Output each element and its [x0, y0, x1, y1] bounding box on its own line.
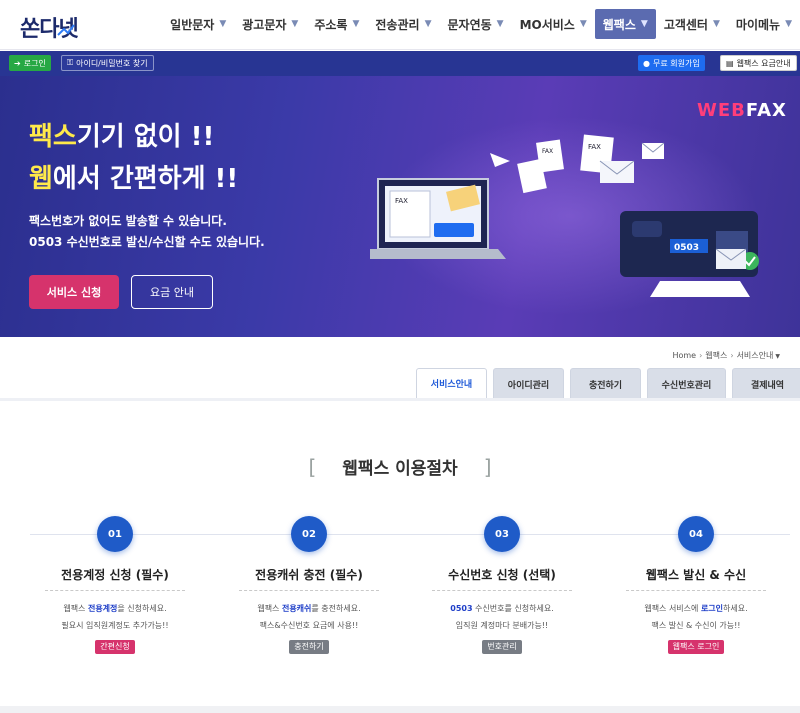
- step-title: 전용캐쉬 충전 (필수): [255, 568, 363, 582]
- chevron-down-icon: ▼: [775, 353, 780, 360]
- nav-general-sms[interactable]: 일반문자 ▼: [162, 9, 234, 39]
- procedure-step: 01 전용계정 신청 (필수) 웹팩스 전용계정을 신청하세요. 필요시 임직원계…: [29, 516, 201, 654]
- logo-mark-icon: [57, 24, 75, 36]
- number-management-button[interactable]: 번호관리: [482, 640, 522, 654]
- chevron-down-icon: ▼: [785, 19, 792, 29]
- fax-machine-icon: 0503: [620, 211, 759, 297]
- chevron-down-icon: ▼: [352, 19, 360, 29]
- hero-banner: 팩스기기 없이 !! 웹에서 간편하게 !! 팩스번호가 없어도 발송할 수 있…: [0, 76, 800, 337]
- step-description: 웹팩스 전용계정을 신청하세요. 필요시 임직원계정도 추가가능!!: [61, 604, 169, 630]
- nav-my-menu[interactable]: 마이메뉴 ▼: [728, 9, 800, 39]
- key-icon: ⚿: [67, 58, 74, 67]
- step-number-badge: 04: [678, 516, 714, 552]
- step-divider: [45, 590, 185, 591]
- footer-strip: [0, 706, 800, 713]
- step-description: 0503 수신번호를 신청하세요. 임직원 계정마다 분배가능!!: [450, 604, 554, 630]
- fax-number-label: 0503: [674, 243, 699, 253]
- step-title: 수신번호 신청 (선택): [448, 568, 556, 582]
- step-description: 웹팩스 서비스에 로그인하세요. 팩스 발신 & 수신이 가능!!: [644, 604, 748, 630]
- signup-button[interactable]: ● 무료 회원가입: [638, 55, 705, 71]
- page-tabs: 서비스안내 아이디관리 충전하기 수신번호관리 결제내역: [416, 368, 800, 399]
- chevron-down-icon: ▼: [579, 19, 587, 29]
- fee-info-button[interactable]: ▤ 웹팩스 요금안내: [720, 55, 797, 71]
- chevron-down-icon: ▼: [496, 19, 504, 29]
- bracket-right-icon: ]: [483, 455, 492, 479]
- hero-description-2: 0503 수신번호로 발신/수신할 수도 있습니다.: [29, 235, 265, 249]
- top-navigation: 쏜다넷 일반문자 ▼ 광고문자 ▼ 주소록 ▼ 전송관리 ▼ 문자연동 ▼ MO서비스 ▼ …: [0, 0, 800, 50]
- procedure-step: 04 웹팩스 발신 & 수신 웹팩스 서비스에 로그인하세요. 팩스 발신 & 수…: [610, 516, 782, 654]
- tab-id-management[interactable]: 아이디관리: [493, 368, 564, 399]
- chevron-down-icon: ▼: [219, 19, 227, 29]
- breadcrumb-current[interactable]: 서비스안내: [737, 351, 774, 360]
- breadcrumb: Home › 웹팩스 › 서비스안내 ▼: [672, 350, 780, 361]
- nav-ad-sms[interactable]: 광고문자 ▼: [234, 9, 306, 39]
- paper-fax-label-2: FAX: [542, 148, 553, 155]
- service-apply-button[interactable]: 서비스 신청: [29, 275, 119, 309]
- procedure-title: [웹팩스 이용절차]: [308, 455, 492, 479]
- chevron-down-icon: ▼: [291, 19, 299, 29]
- charge-button[interactable]: 충전하기: [289, 640, 329, 654]
- chevron-down-icon: ▼: [424, 19, 432, 29]
- laptop-fax-label: FAX: [395, 197, 408, 205]
- procedure-step: 02 전용캐쉬 충전 (필수) 웹팩스 전용캐쉬를 충전하세요. 팩스&수신번호 …: [223, 516, 395, 654]
- breadcrumb-separator: ›: [699, 351, 703, 360]
- quick-apply-button[interactable]: 간편신청: [95, 640, 135, 654]
- hero-headline-2: 웹에서 간편하게 !!: [29, 164, 239, 194]
- nav-address-book[interactable]: 주소록 ▼: [306, 9, 367, 39]
- breadcrumb-home[interactable]: Home: [672, 351, 696, 360]
- step-title: 웹팩스 발신 & 수신: [645, 568, 747, 582]
- site-logo[interactable]: 쏜다넷: [16, 9, 86, 42]
- nav-mo-service[interactable]: MO서비스 ▼: [512, 9, 595, 39]
- flying-documents-icon: FAX FAX: [446, 134, 665, 212]
- step-number-badge: 03: [484, 516, 520, 552]
- webfax-brand-logo: WEBFAX: [697, 100, 787, 121]
- tab-divider: [0, 398, 800, 401]
- step-title: 전용계정 신청 (필수): [61, 568, 169, 582]
- find-account-button[interactable]: ⚿ 아이디/비밀번호 찾기: [61, 55, 154, 71]
- breadcrumb-separator: ›: [730, 351, 734, 360]
- nav-sms-integration[interactable]: 문자연동 ▼: [439, 9, 511, 39]
- procedure-step: 03 수신번호 신청 (선택) 0503 수신번호를 신청하세요. 임직원 계정마…: [416, 516, 588, 654]
- fax-illustration: FAX FAX FAX 0503: [370, 134, 759, 297]
- step-divider: [432, 590, 572, 591]
- user-add-icon: ●: [643, 58, 650, 68]
- bracket-left-icon: [: [308, 455, 317, 479]
- breadcrumb-section[interactable]: 웹팩스: [705, 351, 727, 360]
- card-icon: ▤: [726, 58, 734, 68]
- chevron-down-icon: ▼: [712, 19, 720, 29]
- hero-description-1: 팩스번호가 없어도 발송할 수 있습니다.: [29, 214, 227, 228]
- login-button[interactable]: ➔ 로그인: [9, 55, 51, 71]
- nav-send-management[interactable]: 전송관리 ▼: [367, 9, 439, 39]
- tab-service-info[interactable]: 서비스안내: [416, 368, 487, 399]
- main-nav: 일반문자 ▼ 광고문자 ▼ 주소록 ▼ 전송관리 ▼ 문자연동 ▼ MO서비스 ▼ 웹팩스 ▼…: [162, 9, 800, 39]
- chevron-down-icon: ▼: [640, 19, 648, 29]
- tab-number-management[interactable]: 수신번호관리: [647, 368, 726, 399]
- tab-charge[interactable]: 충전하기: [570, 368, 641, 399]
- utility-bar: ➔ 로그인 ⚿ 아이디/비밀번호 찾기 ● 무료 회원가입 ▤ 웹팩스 요금안내: [0, 51, 800, 76]
- nav-customer-center[interactable]: 고객센터 ▼: [656, 9, 728, 39]
- tab-payment-history[interactable]: 결제내역: [732, 368, 800, 399]
- step-number-badge: 02: [291, 516, 327, 552]
- webfax-login-button[interactable]: 웹팩스 로그인: [667, 640, 725, 654]
- hero-headline-1: 팩스기기 없이 !!: [29, 122, 215, 152]
- step-number-badge: 01: [97, 516, 133, 552]
- paper-fax-label-1: FAX: [588, 143, 601, 151]
- nav-webfax[interactable]: 웹팩스 ▼: [594, 9, 656, 39]
- laptop-icon: FAX: [370, 178, 506, 259]
- step-divider: [239, 590, 379, 591]
- price-info-button[interactable]: 요금 안내: [131, 275, 213, 309]
- login-icon: ➔: [14, 58, 21, 68]
- step-description: 웹팩스 전용캐쉬를 충전하세요. 팩스&수신번호 요금에 사용!!: [257, 604, 361, 630]
- step-divider: [626, 590, 766, 591]
